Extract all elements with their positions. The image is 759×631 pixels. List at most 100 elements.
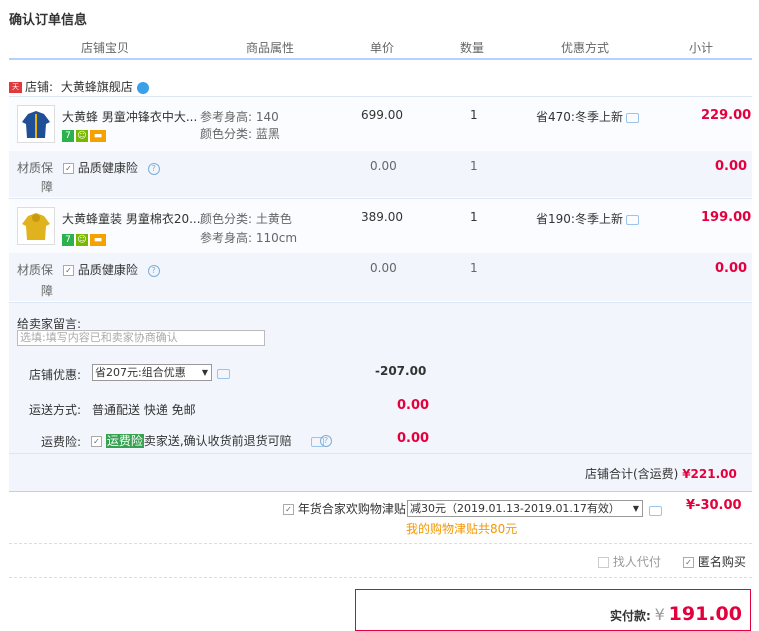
freight-ins-option: ✓ 运费险卖家送,确认收货前退货可赔 <box>91 432 292 449</box>
item-promo: 省190:冬季上新 <box>536 210 639 227</box>
divider <box>9 577 752 578</box>
item-subtotal: 199.00 <box>701 210 752 225</box>
item-attr: 颜色分类: 蓝黑 <box>200 127 280 141</box>
subsidy-option: ✓ 年货合家欢购物津贴 <box>283 500 406 517</box>
promo-text: 省190:冬季上新 <box>536 212 623 226</box>
service-icon: ☺ <box>76 130 88 142</box>
anonymous-label: 匿名购买 <box>697 555 746 569</box>
freight-ins-label: 运费险: <box>41 435 82 449</box>
insurance-name: 品质健康险 <box>77 161 138 175</box>
insurance-price: 0.00 <box>370 261 397 275</box>
select-value: 省207元:组合优惠 <box>95 366 186 379</box>
service-badges: 7 ☺ ▬ <box>62 127 108 142</box>
insurance-checkbox[interactable]: ✓ <box>63 265 74 276</box>
order-extras: 给卖家留言: 选填:填写内容已和卖家协商确认 店铺优惠: 省207元:组合优惠 ▼… <box>9 302 752 492</box>
shipping-value: 0.00 <box>397 398 430 413</box>
shipping-label: 运送方式: <box>29 403 82 417</box>
insurance-label: 材质保 <box>17 161 54 175</box>
header-attr: 商品属性 <box>246 41 295 55</box>
insurance-price: 0.00 <box>370 159 397 173</box>
insurance-label: 障 <box>41 180 54 194</box>
subsidy-value: ¥-30.00 <box>686 498 742 513</box>
item-name[interactable]: 大黄蜂童装 男童棉衣20... <box>62 210 201 227</box>
item-subtotal: 229.00 <box>701 108 752 123</box>
insurance-name: 品质健康险 <box>77 263 138 277</box>
insurance-label: 材质保 <box>17 263 54 277</box>
order-item: 大黄蜂 男童冲锋衣中大... 7 ☺ ▬ 参考身高: 140 颜色分类: 蓝黑 69… <box>9 96 752 152</box>
select-value: 减30元（2019.01.13-2019.01.17有效） <box>410 502 620 515</box>
header-qty: 数量 <box>460 41 485 55</box>
jacket-icon <box>22 111 50 138</box>
insurance-label: 障 <box>41 284 54 298</box>
comment-icon[interactable] <box>217 369 230 379</box>
help-icon[interactable]: ? <box>320 435 332 447</box>
store-discount-value: -207.00 <box>375 364 427 378</box>
item-attr: 参考身高: 110cm <box>200 231 298 245</box>
item-name[interactable]: 大黄蜂 男童冲锋衣中大... <box>62 108 197 125</box>
proxy-pay-option: 找人代付 <box>598 553 661 570</box>
header-subtotal: 小计 <box>689 41 714 55</box>
insurance-qty: 1 <box>470 159 478 173</box>
service-icon: ☺ <box>76 234 88 246</box>
chat-icon[interactable] <box>136 81 149 94</box>
item-qty: 1 <box>470 210 478 224</box>
store-discount-label: 店铺优惠: <box>29 368 82 382</box>
product-thumbnail[interactable] <box>17 105 55 143</box>
item-attr: 颜色分类: 土黄色 <box>200 212 292 226</box>
currency-symbol: ¥ <box>654 605 665 624</box>
freight-ins-name: 运费险 <box>105 434 144 448</box>
store-total: 店铺合计(含运费) ¥221.00 <box>585 465 737 482</box>
item-price: 699.00 <box>361 108 403 122</box>
proxy-pay-checkbox[interactable] <box>598 557 609 568</box>
freight-ins-desc: 卖家送,确认收货前退货可赔 <box>143 434 292 448</box>
page-title: 确认订单信息 <box>9 13 88 28</box>
comment-icon[interactable] <box>625 214 639 225</box>
help-icon[interactable]: ? <box>147 264 160 277</box>
promo-text: 省470:冬季上新 <box>536 110 623 124</box>
store-row: 天猫店铺: 大黄蜂旗舰店 <box>9 78 149 102</box>
store-label: 店铺: <box>25 80 54 94</box>
insurance-qty: 1 <box>470 261 478 275</box>
header-store-item: 店铺宝贝 <box>81 41 130 55</box>
header-price: 单价 <box>370 41 395 55</box>
insurance-option: ✓ 品质健康险 ? <box>63 261 160 278</box>
insurance-row: 材质保 障 ✓ 品质健康险 ? 0.00 1 0.00 <box>9 253 752 301</box>
dropdown-arrow-icon: ▼ <box>201 368 208 377</box>
anonymous-option: ✓ 匿名购买 <box>683 553 746 570</box>
jacket-icon <box>22 213 50 240</box>
help-icon[interactable]: ? <box>147 162 160 175</box>
comment-icon[interactable] <box>625 112 639 123</box>
subsidy-checkbox[interactable]: ✓ <box>283 504 294 515</box>
item-qty: 1 <box>470 108 478 122</box>
card-icon: ▬ <box>90 130 106 142</box>
insurance-option: ✓ 品质健康险 ? <box>63 159 160 176</box>
payment-amount: 191.00 <box>668 603 742 625</box>
item-price: 389.00 <box>361 210 403 224</box>
shipping-method: 普通配送 快递 免邮 <box>92 403 196 417</box>
card-icon: ▬ <box>90 234 106 246</box>
comment-icon[interactable] <box>649 506 662 516</box>
store-total-value: ¥221.00 <box>682 467 737 481</box>
payment-label: 实付款: <box>610 609 651 623</box>
item-promo: 省470:冬季上新 <box>536 108 639 125</box>
insurance-subtotal: 0.00 <box>715 261 748 276</box>
freight-ins-checkbox[interactable]: ✓ <box>91 436 102 447</box>
store-discount-select[interactable]: 省207元:组合优惠 ▼ <box>92 364 212 381</box>
dropdown-arrow-icon: ▼ <box>632 504 639 513</box>
return-7day-icon: 7 <box>62 234 74 246</box>
store-name[interactable]: 大黄蜂旗舰店 <box>61 80 133 94</box>
proxy-pay-label: 找人代付 <box>612 555 661 569</box>
subsidy-label: 年货合家欢购物津贴 <box>297 502 406 516</box>
store-total-label: 店铺合计(含运费) <box>585 467 679 481</box>
divider <box>9 453 752 454</box>
anonymous-checkbox[interactable]: ✓ <box>683 557 694 568</box>
product-thumbnail[interactable] <box>17 207 55 245</box>
insurance-checkbox[interactable]: ✓ <box>63 163 74 174</box>
table-header: 店铺宝贝 商品属性 单价 数量 优惠方式 小计 <box>9 36 752 60</box>
item-attr: 参考身高: 140 <box>200 110 279 124</box>
subsidy-note: 我的购物津贴共80元 <box>406 522 518 536</box>
subsidy-select[interactable]: 减30元（2019.01.13-2019.01.17有效） ▼ <box>407 500 643 517</box>
divider <box>9 543 752 544</box>
service-badges: 7 ☺ ▬ <box>62 231 108 246</box>
message-input[interactable]: 选填:填写内容已和卖家协商确认 <box>17 330 265 346</box>
